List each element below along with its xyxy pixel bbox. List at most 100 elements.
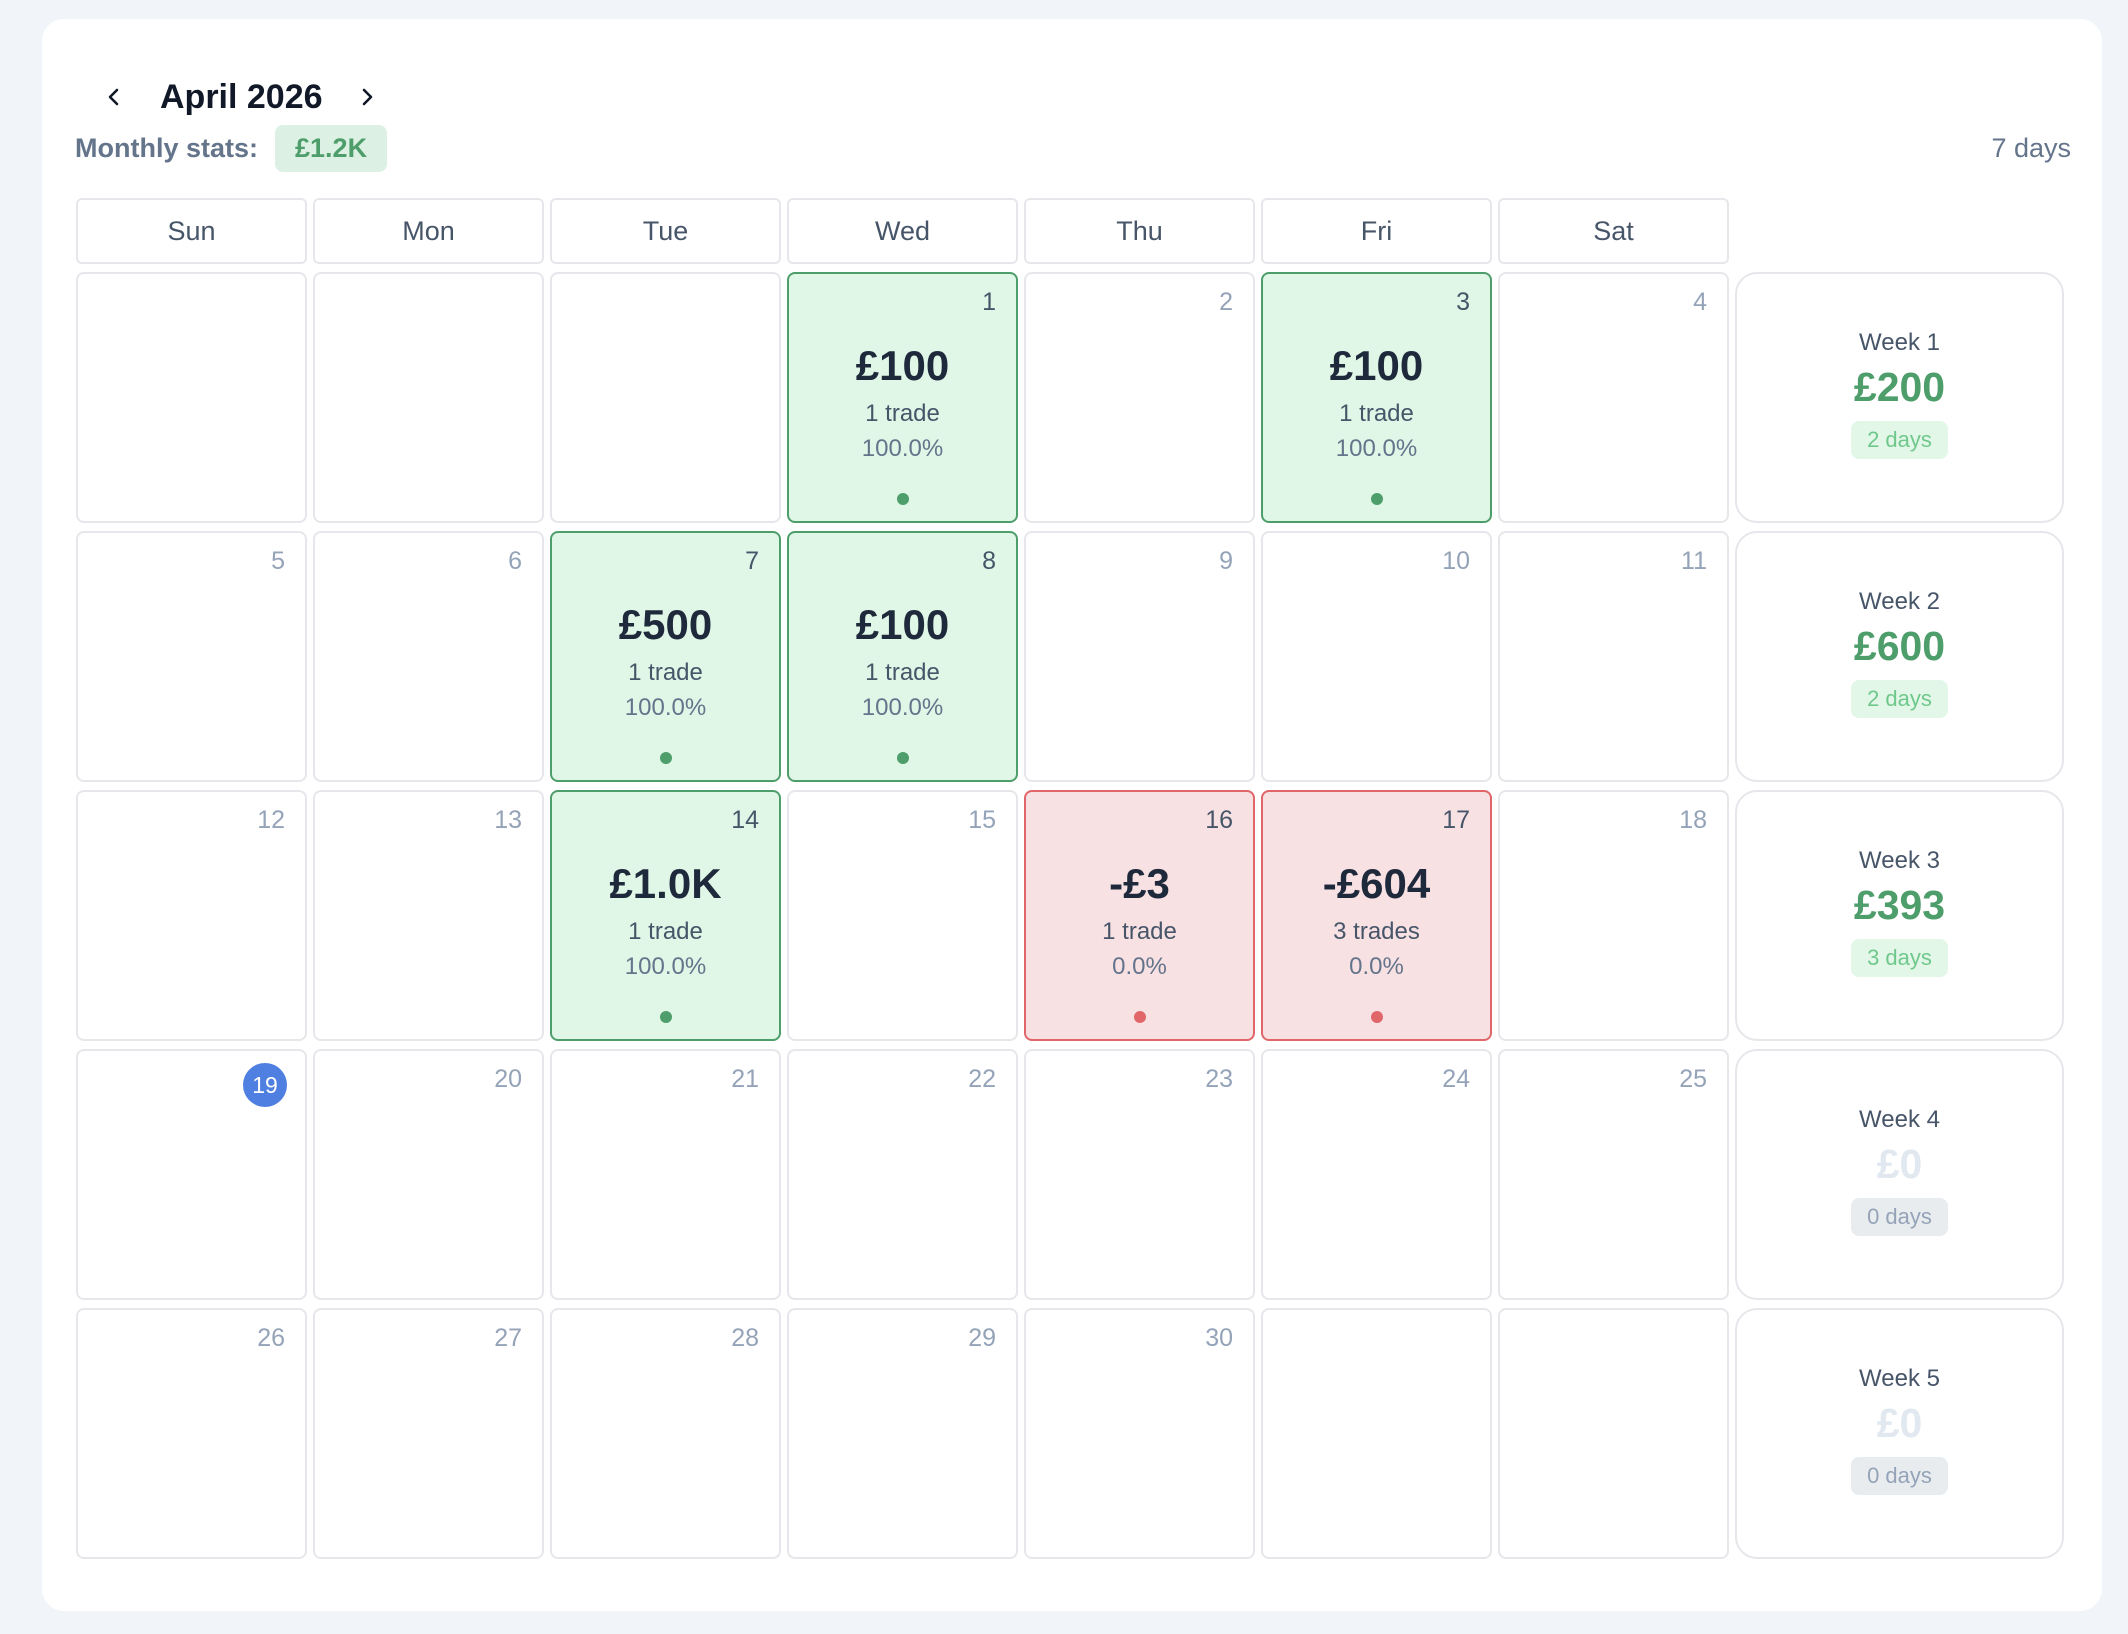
day-pnl: £100 bbox=[1329, 342, 1424, 389]
day-trade-count: 1 trade bbox=[1102, 918, 1177, 945]
day-number: 25 bbox=[1679, 1065, 1707, 1093]
day-number: 6 bbox=[508, 547, 522, 575]
monthly-stats-label: Monthly stats: bbox=[75, 132, 259, 163]
day-number: 21 bbox=[731, 1065, 759, 1093]
day-cell-30[interactable]: 30 bbox=[1024, 1308, 1255, 1559]
day-cell-20[interactable]: 20 bbox=[313, 1049, 544, 1300]
day-number: 24 bbox=[1442, 1065, 1470, 1093]
week-summary-3[interactable]: Week 3 £393 3 days bbox=[1735, 790, 2064, 1041]
empty-day-cell bbox=[76, 272, 307, 523]
monthly-stats-badge: £1.2K bbox=[275, 124, 388, 172]
day-cell-27[interactable]: 27 bbox=[313, 1308, 544, 1559]
loss-dot-icon bbox=[1133, 1011, 1146, 1023]
day-number: 16 bbox=[1205, 806, 1233, 834]
day-number: 7 bbox=[745, 547, 759, 575]
win-dot-icon bbox=[896, 752, 909, 764]
day-win-rate: 100.0% bbox=[1335, 435, 1418, 462]
day-number: 20 bbox=[494, 1065, 522, 1093]
day-cell-21[interactable]: 21 bbox=[550, 1049, 781, 1300]
day-cell-15[interactable]: 15 bbox=[787, 790, 1018, 1041]
day-cell-17[interactable]: 17 -£604 3 trades 0.0% bbox=[1261, 790, 1492, 1041]
day-number: 1 bbox=[982, 288, 996, 316]
day-number: 23 bbox=[1205, 1065, 1233, 1093]
today-date-badge: 19 bbox=[243, 1063, 287, 1107]
day-win-rate: 100.0% bbox=[624, 953, 707, 980]
day-cell-11[interactable]: 11 bbox=[1498, 531, 1729, 782]
day-trade-count: 1 trade bbox=[865, 659, 940, 686]
day-number: 28 bbox=[731, 1324, 759, 1352]
day-cell-14[interactable]: 14 £1.0K 1 trade 100.0% bbox=[550, 790, 781, 1041]
weekday-header-fri: Fri bbox=[1261, 198, 1492, 264]
day-cell-23[interactable]: 23 bbox=[1024, 1049, 1255, 1300]
day-pnl: -£3 bbox=[1109, 860, 1170, 907]
week-label: Week 1 bbox=[1859, 329, 1940, 356]
day-cell-26[interactable]: 26 bbox=[76, 1308, 307, 1559]
day-number: 5 bbox=[271, 547, 285, 575]
week-summary-4[interactable]: Week 4 £0 0 days bbox=[1735, 1049, 2064, 1300]
day-number: 2 bbox=[1219, 288, 1233, 316]
day-pnl: £500 bbox=[618, 601, 713, 648]
day-trade-count: 1 trade bbox=[628, 918, 703, 945]
week-summary-5[interactable]: Week 5 £0 0 days bbox=[1735, 1308, 2064, 1559]
day-number: 8 bbox=[982, 547, 996, 575]
day-pnl: £1.0K bbox=[609, 860, 722, 907]
chevron-right-icon bbox=[362, 88, 372, 106]
day-cell-25[interactable]: 25 bbox=[1498, 1049, 1729, 1300]
week-days-badge: 0 days bbox=[1851, 1198, 1948, 1236]
calendar-header: April 2026 bbox=[90, 69, 391, 125]
win-dot-icon bbox=[659, 1011, 672, 1023]
empty-day-cell bbox=[313, 272, 544, 523]
week-total: £393 bbox=[1853, 882, 1946, 928]
win-dot-icon bbox=[1370, 493, 1383, 505]
day-cell-1[interactable]: 1 £100 1 trade 100.0% bbox=[787, 272, 1018, 523]
week-header-spacer bbox=[1735, 198, 2064, 264]
day-cell-2[interactable]: 2 bbox=[1024, 272, 1255, 523]
day-number: 29 bbox=[968, 1324, 996, 1352]
prev-month-button[interactable] bbox=[90, 73, 138, 121]
week-summary-1[interactable]: Week 1 £200 2 days bbox=[1735, 272, 2064, 523]
day-cell-28[interactable]: 28 bbox=[550, 1308, 781, 1559]
day-trade-count: 1 trade bbox=[865, 400, 940, 427]
loss-dot-icon bbox=[1370, 1011, 1383, 1023]
calendar-card: April 2026 Monthly stats: £1.2K 7 days S… bbox=[42, 19, 2102, 1611]
empty-day-cell bbox=[1498, 1308, 1729, 1559]
week-label: Week 5 bbox=[1859, 1365, 1940, 1392]
week-summary-2[interactable]: Week 2 £600 2 days bbox=[1735, 531, 2064, 782]
day-cell-29[interactable]: 29 bbox=[787, 1308, 1018, 1559]
day-cell-19[interactable]: 19 bbox=[76, 1049, 307, 1300]
day-cell-8[interactable]: 8 £100 1 trade 100.0% bbox=[787, 531, 1018, 782]
day-cell-16[interactable]: 16 -£3 1 trade 0.0% bbox=[1024, 790, 1255, 1041]
day-cell-3[interactable]: 3 £100 1 trade 100.0% bbox=[1261, 272, 1492, 523]
day-cell-7[interactable]: 7 £500 1 trade 100.0% bbox=[550, 531, 781, 782]
day-cell-4[interactable]: 4 bbox=[1498, 272, 1729, 523]
day-cell-6[interactable]: 6 bbox=[313, 531, 544, 782]
week-label: Week 3 bbox=[1859, 847, 1940, 874]
day-win-rate: 100.0% bbox=[861, 694, 944, 721]
week-days-badge: 2 days bbox=[1851, 421, 1948, 459]
win-dot-icon bbox=[896, 493, 909, 505]
day-cell-22[interactable]: 22 bbox=[787, 1049, 1018, 1300]
day-cell-24[interactable]: 24 bbox=[1261, 1049, 1492, 1300]
weekday-header-sun: Sun bbox=[76, 198, 307, 264]
day-cell-10[interactable]: 10 bbox=[1261, 531, 1492, 782]
win-dot-icon bbox=[659, 752, 672, 764]
day-trade-count: 1 trade bbox=[628, 659, 703, 686]
day-cell-13[interactable]: 13 bbox=[313, 790, 544, 1041]
day-pnl: £100 bbox=[855, 342, 950, 389]
day-cell-5[interactable]: 5 bbox=[76, 531, 307, 782]
month-title: April 2026 bbox=[160, 77, 323, 116]
day-number: 11 bbox=[1681, 547, 1707, 575]
day-cell-9[interactable]: 9 bbox=[1024, 531, 1255, 782]
empty-day-cell bbox=[550, 272, 781, 523]
day-trade-count: 1 trade bbox=[1339, 400, 1414, 427]
next-month-button[interactable] bbox=[343, 73, 391, 121]
week-total: £600 bbox=[1853, 623, 1946, 669]
day-win-rate: 100.0% bbox=[861, 435, 944, 462]
day-cell-12[interactable]: 12 bbox=[76, 790, 307, 1041]
week-total: £0 bbox=[1876, 1400, 1923, 1446]
week-total: £200 bbox=[1853, 364, 1946, 410]
day-cell-18[interactable]: 18 bbox=[1498, 790, 1729, 1041]
day-number: 10 bbox=[1442, 547, 1470, 575]
day-number: 12 bbox=[257, 806, 285, 834]
day-number: 26 bbox=[257, 1324, 285, 1352]
